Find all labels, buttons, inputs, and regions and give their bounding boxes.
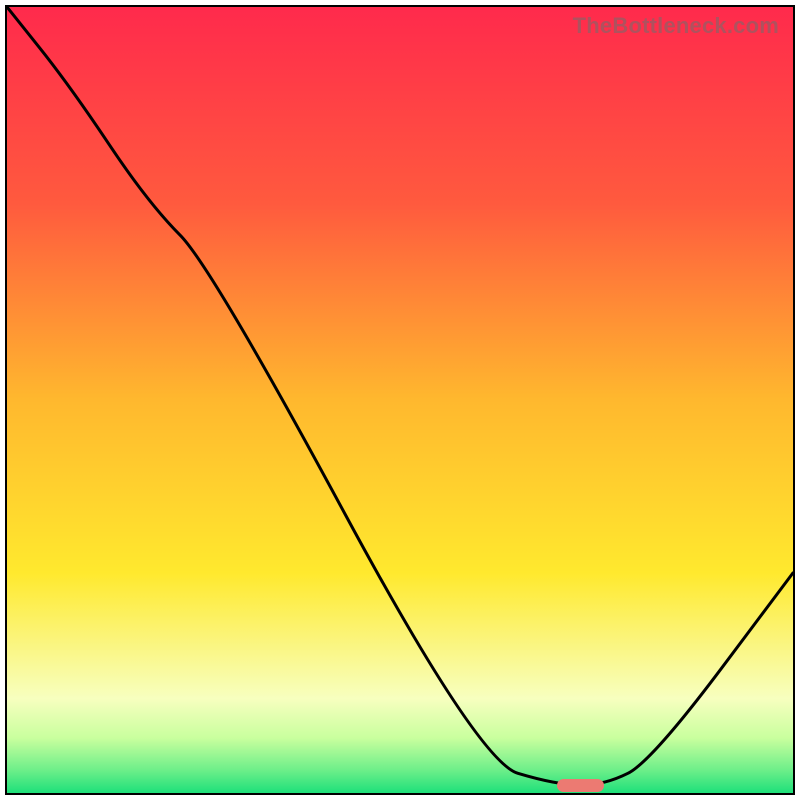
optimal-range-marker bbox=[557, 779, 604, 792]
bottleneck-curve bbox=[7, 7, 793, 793]
chart-frame: TheBottleneck.com bbox=[5, 5, 795, 795]
